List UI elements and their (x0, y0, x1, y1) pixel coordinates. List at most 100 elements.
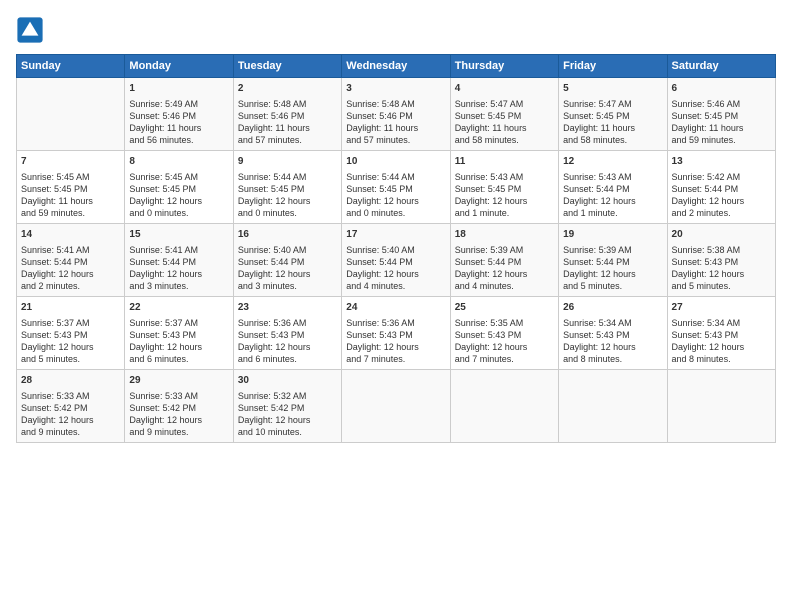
cell-4-5: 25 Sunrise: 5:35 AM Sunset: 5:43 PM Dayli… (450, 297, 558, 370)
cell-info: Sunrise: 5:42 AM Sunset: 5:44 PM Dayligh… (672, 171, 771, 220)
day-number: 21 (21, 301, 120, 315)
cell-2-3: 9 Sunrise: 5:44 AM Sunset: 5:45 PM Daylig… (233, 151, 341, 224)
cell-1-4: 3 Sunrise: 5:48 AM Sunset: 5:46 PM Daylig… (342, 78, 450, 151)
cell-3-5: 18Sunrise: 5:39 AM Sunset: 5:44 PM Dayli… (450, 224, 558, 297)
day-number: 22 (129, 301, 228, 315)
calendar-header: SundayMondayTuesdayWednesdayThursdayFrid… (17, 55, 776, 78)
cell-info: Sunrise: 5:45 AM Sunset: 5:45 PM Dayligh… (129, 171, 228, 220)
cell-4-4: 24 Sunrise: 5:36 AM Sunset: 5:43 PM Dayli… (342, 297, 450, 370)
cell-info: Sunrise: 5:41 AM Sunset: 5:44 PM Dayligh… (129, 244, 228, 293)
cell-info: Sunrise: 5:49 AM Sunset: 5:46 PM Dayligh… (129, 98, 228, 147)
page: SundayMondayTuesdayWednesdayThursdayFrid… (0, 0, 792, 612)
cell-5-1: 28Sunrise: 5:33 AM Sunset: 5:42 PM Dayli… (17, 370, 125, 443)
cell-5-5 (450, 370, 558, 443)
day-number: 30 (238, 374, 337, 388)
cell-1-3: 2 Sunrise: 5:48 AM Sunset: 5:46 PM Daylig… (233, 78, 341, 151)
cell-3-2: 15Sunrise: 5:41 AM Sunset: 5:44 PM Dayli… (125, 224, 233, 297)
cell-1-5: 4 Sunrise: 5:47 AM Sunset: 5:45 PM Daylig… (450, 78, 558, 151)
cell-info: Sunrise: 5:45 AM Sunset: 5:45 PM Dayligh… (21, 171, 120, 220)
cell-5-7 (667, 370, 775, 443)
cell-2-7: 13 Sunrise: 5:42 AM Sunset: 5:44 PM Dayli… (667, 151, 775, 224)
cell-4-6: 26 Sunrise: 5:34 AM Sunset: 5:43 PM Dayli… (559, 297, 667, 370)
cell-info: Sunrise: 5:48 AM Sunset: 5:46 PM Dayligh… (238, 98, 337, 147)
cell-info: Sunrise: 5:35 AM Sunset: 5:43 PM Dayligh… (455, 317, 554, 366)
day-number: 23 (238, 301, 337, 315)
cell-1-6: 5 Sunrise: 5:47 AM Sunset: 5:45 PM Daylig… (559, 78, 667, 151)
week-row-5: 28Sunrise: 5:33 AM Sunset: 5:42 PM Dayli… (17, 370, 776, 443)
day-number: 7 (21, 155, 120, 169)
cell-info: Sunrise: 5:43 AM Sunset: 5:45 PM Dayligh… (455, 171, 554, 220)
cell-1-2: 1 Sunrise: 5:49 AM Sunset: 5:46 PM Daylig… (125, 78, 233, 151)
day-number: 14 (21, 228, 120, 242)
day-number: 11 (455, 155, 554, 169)
cell-4-3: 23 Sunrise: 5:36 AM Sunset: 5:43 PM Dayli… (233, 297, 341, 370)
cell-info: Sunrise: 5:48 AM Sunset: 5:46 PM Dayligh… (346, 98, 445, 147)
col-header-monday: Monday (125, 55, 233, 78)
logo (16, 16, 48, 44)
cell-4-1: 21 Sunrise: 5:37 AM Sunset: 5:43 PM Dayli… (17, 297, 125, 370)
cell-info: Sunrise: 5:34 AM Sunset: 5:43 PM Dayligh… (672, 317, 771, 366)
cell-2-4: 10Sunrise: 5:44 AM Sunset: 5:45 PM Dayli… (342, 151, 450, 224)
cell-3-4: 17 Sunrise: 5:40 AM Sunset: 5:44 PM Dayli… (342, 224, 450, 297)
cell-info: Sunrise: 5:44 AM Sunset: 5:45 PM Dayligh… (346, 171, 445, 220)
cell-3-3: 16Sunrise: 5:40 AM Sunset: 5:44 PM Dayli… (233, 224, 341, 297)
day-number: 17 (346, 228, 445, 242)
col-header-saturday: Saturday (667, 55, 775, 78)
day-number: 6 (672, 82, 771, 96)
week-row-3: 14 Sunrise: 5:41 AM Sunset: 5:44 PM Dayli… (17, 224, 776, 297)
cell-info: Sunrise: 5:33 AM Sunset: 5:42 PM Dayligh… (21, 390, 120, 439)
cell-info: Sunrise: 5:32 AM Sunset: 5:42 PM Dayligh… (238, 390, 337, 439)
col-header-sunday: Sunday (17, 55, 125, 78)
cell-info: Sunrise: 5:47 AM Sunset: 5:45 PM Dayligh… (455, 98, 554, 147)
day-number: 29 (129, 374, 228, 388)
day-number: 3 (346, 82, 445, 96)
cell-info: Sunrise: 5:33 AM Sunset: 5:42 PM Dayligh… (129, 390, 228, 439)
day-number: 1 (129, 82, 228, 96)
calendar-body: 1 Sunrise: 5:49 AM Sunset: 5:46 PM Daylig… (17, 78, 776, 443)
cell-info: Sunrise: 5:44 AM Sunset: 5:45 PM Dayligh… (238, 171, 337, 220)
week-row-2: 7 Sunrise: 5:45 AM Sunset: 5:45 PM Daylig… (17, 151, 776, 224)
day-number: 20 (672, 228, 771, 242)
cell-5-6 (559, 370, 667, 443)
day-number: 24 (346, 301, 445, 315)
cell-info: Sunrise: 5:40 AM Sunset: 5:44 PM Dayligh… (238, 244, 337, 293)
day-number: 26 (563, 301, 662, 315)
cell-2-6: 12 Sunrise: 5:43 AM Sunset: 5:44 PM Dayli… (559, 151, 667, 224)
day-number: 13 (672, 155, 771, 169)
cell-info: Sunrise: 5:36 AM Sunset: 5:43 PM Dayligh… (238, 317, 337, 366)
day-number: 4 (455, 82, 554, 96)
day-number: 19 (563, 228, 662, 242)
cell-info: Sunrise: 5:46 AM Sunset: 5:45 PM Dayligh… (672, 98, 771, 147)
cell-info: Sunrise: 5:43 AM Sunset: 5:44 PM Dayligh… (563, 171, 662, 220)
col-header-tuesday: Tuesday (233, 55, 341, 78)
day-number: 9 (238, 155, 337, 169)
cell-info: Sunrise: 5:38 AM Sunset: 5:43 PM Dayligh… (672, 244, 771, 293)
cell-3-7: 20 Sunrise: 5:38 AM Sunset: 5:43 PM Dayli… (667, 224, 775, 297)
cell-info: Sunrise: 5:41 AM Sunset: 5:44 PM Dayligh… (21, 244, 120, 293)
cell-5-3: 30 Sunrise: 5:32 AM Sunset: 5:42 PM Dayli… (233, 370, 341, 443)
day-number: 25 (455, 301, 554, 315)
col-header-thursday: Thursday (450, 55, 558, 78)
col-header-friday: Friday (559, 55, 667, 78)
week-row-4: 21 Sunrise: 5:37 AM Sunset: 5:43 PM Dayli… (17, 297, 776, 370)
cell-info: Sunrise: 5:34 AM Sunset: 5:43 PM Dayligh… (563, 317, 662, 366)
calendar-table: SundayMondayTuesdayWednesdayThursdayFrid… (16, 54, 776, 443)
day-number: 5 (563, 82, 662, 96)
cell-info: Sunrise: 5:40 AM Sunset: 5:44 PM Dayligh… (346, 244, 445, 293)
day-number: 27 (672, 301, 771, 315)
cell-info: Sunrise: 5:37 AM Sunset: 5:43 PM Dayligh… (129, 317, 228, 366)
cell-info: Sunrise: 5:37 AM Sunset: 5:43 PM Dayligh… (21, 317, 120, 366)
day-number: 2 (238, 82, 337, 96)
cell-1-7: 6 Sunrise: 5:46 AM Sunset: 5:45 PM Daylig… (667, 78, 775, 151)
day-number: 12 (563, 155, 662, 169)
cell-5-4 (342, 370, 450, 443)
cell-2-5: 11 Sunrise: 5:43 AM Sunset: 5:45 PM Dayli… (450, 151, 558, 224)
cell-info: Sunrise: 5:36 AM Sunset: 5:43 PM Dayligh… (346, 317, 445, 366)
cell-5-2: 29 Sunrise: 5:33 AM Sunset: 5:42 PM Dayli… (125, 370, 233, 443)
cell-3-1: 14 Sunrise: 5:41 AM Sunset: 5:44 PM Dayli… (17, 224, 125, 297)
cell-info: Sunrise: 5:39 AM Sunset: 5:44 PM Dayligh… (563, 244, 662, 293)
col-header-wednesday: Wednesday (342, 55, 450, 78)
cell-info: Sunrise: 5:47 AM Sunset: 5:45 PM Dayligh… (563, 98, 662, 147)
header-row: SundayMondayTuesdayWednesdayThursdayFrid… (17, 55, 776, 78)
cell-4-7: 27 Sunrise: 5:34 AM Sunset: 5:43 PM Dayli… (667, 297, 775, 370)
